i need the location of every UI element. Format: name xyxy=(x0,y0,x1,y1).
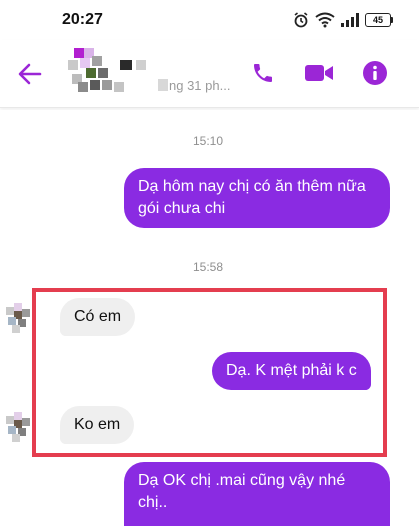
status-icons: 45 xyxy=(293,12,393,28)
contact-avatar-small xyxy=(6,412,30,442)
status-bar: 20:27 45 xyxy=(0,0,419,40)
battery-indicator: 45 xyxy=(365,13,393,27)
chat-header: ng 31 ph... xyxy=(0,40,419,108)
video-camera-icon xyxy=(305,65,333,81)
outgoing-message[interactable]: Dạ. K mệt phải k c xyxy=(212,352,371,390)
last-active-text: ng 31 ph... xyxy=(169,78,231,93)
call-button[interactable] xyxy=(248,58,278,88)
contact-avatar-small xyxy=(6,303,30,333)
status-time: 20:27 xyxy=(62,11,103,28)
video-call-button[interactable] xyxy=(304,58,334,88)
battery-level: 45 xyxy=(365,13,391,27)
contact-avatar[interactable] xyxy=(64,46,152,98)
info-button[interactable] xyxy=(360,58,390,88)
incoming-message[interactable]: Ko em xyxy=(60,406,135,444)
signal-icon xyxy=(341,13,359,27)
outgoing-message[interactable]: Dạ hôm nay chị có ăn thêm nữa gói chưa c… xyxy=(124,168,390,228)
blurred-text xyxy=(158,79,168,91)
info-icon xyxy=(363,61,387,85)
incoming-message[interactable]: Có em xyxy=(60,298,136,336)
phone-icon xyxy=(254,64,272,82)
last-active-status: ng 31 ph... xyxy=(158,78,230,93)
battery-tip xyxy=(391,17,393,23)
message-list[interactable]: 15:10 Dạ hôm nay chị có ăn thêm nữa gói … xyxy=(0,110,419,526)
back-arrow-icon xyxy=(18,63,42,85)
outgoing-message[interactable]: Dạ OK chị .mai cũng vậy nhé chị.. xyxy=(124,462,390,526)
back-button[interactable] xyxy=(16,60,44,88)
alarm-icon xyxy=(294,12,308,28)
message-timestamp: 15:10 xyxy=(192,134,224,148)
wifi-icon xyxy=(315,12,335,28)
message-timestamp: 15:58 xyxy=(192,260,224,274)
